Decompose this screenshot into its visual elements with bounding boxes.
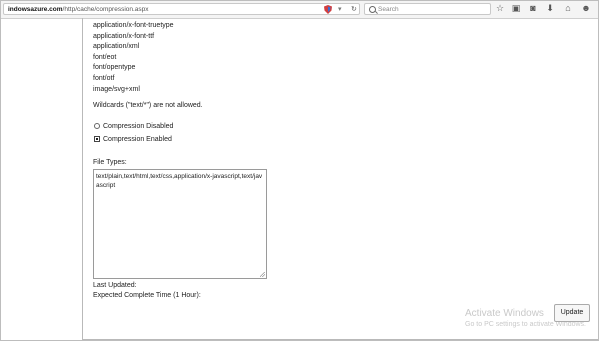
list-item: font/opentype <box>93 64 136 72</box>
wildcards-note: Wildcards ("text/*") are not allowed. <box>93 102 203 109</box>
shield-icon[interactable] <box>324 5 332 14</box>
browser-toolbar: indowsazure.com/http/cache/compression.a… <box>1 1 598 19</box>
dropdown-arrow-icon[interactable]: ▾ <box>338 4 342 15</box>
file-types-value: text/plain,text/html,text/css,applicatio… <box>96 173 263 189</box>
activate-windows-title: Activate Windows <box>465 308 544 319</box>
list-item: font/eot <box>93 53 117 61</box>
file-types-textarea[interactable]: text/plain,text/html,text/css,applicatio… <box>93 169 267 279</box>
search-bar[interactable]: Search <box>364 3 491 15</box>
activate-windows-subtitle: Go to PC settings to activate Windows. <box>465 321 586 328</box>
search-placeholder: Search <box>378 6 399 13</box>
download-icon[interactable]: ⬇ <box>545 3 555 14</box>
list-item: image/svg+xml <box>93 85 140 93</box>
list-item: application/xml <box>93 43 140 51</box>
list-item: font/otf <box>93 74 115 82</box>
last-updated-label: Last Updated: <box>93 282 137 289</box>
reload-icon[interactable]: ↻ <box>351 4 357 15</box>
list-item: application/x-font-ttf <box>93 32 155 40</box>
search-icon <box>369 6 376 13</box>
pocket-icon[interactable]: ◙ <box>528 3 538 14</box>
url-host: indowsazure.com <box>8 6 63 13</box>
browser-window: indowsazure.com/http/cache/compression.a… <box>0 0 599 341</box>
compression-enabled-label[interactable]: Compression Enabled <box>103 135 172 144</box>
compression-disabled-label[interactable]: Compression Disabled <box>103 122 173 131</box>
url-text: indowsazure.com/http/cache/compression.a… <box>8 4 149 15</box>
compression-enabled-radio[interactable] <box>94 136 100 142</box>
content-panel: application/x-font-truetype application/… <box>82 18 598 340</box>
compression-disabled-radio[interactable] <box>94 123 100 129</box>
resize-grip-icon[interactable] <box>260 272 265 277</box>
file-types-label: File Types: <box>93 159 127 166</box>
menu-icon[interactable]: ☻ <box>581 3 591 14</box>
mime-type-list: application/x-font-truetype application/… <box>93 21 174 95</box>
update-button[interactable]: Update <box>554 304 590 322</box>
expected-time-label: Expected Complete Time (1 Hour): <box>93 292 201 299</box>
clipboard-icon[interactable]: ▣ <box>511 3 521 14</box>
list-item: application/x-font-truetype <box>93 22 174 29</box>
address-bar[interactable]: indowsazure.com/http/cache/compression.a… <box>3 3 360 15</box>
star-icon[interactable]: ☆ <box>495 3 505 14</box>
url-path: /http/cache/compression.aspx <box>62 6 149 13</box>
home-icon[interactable]: ⌂ <box>563 3 573 14</box>
